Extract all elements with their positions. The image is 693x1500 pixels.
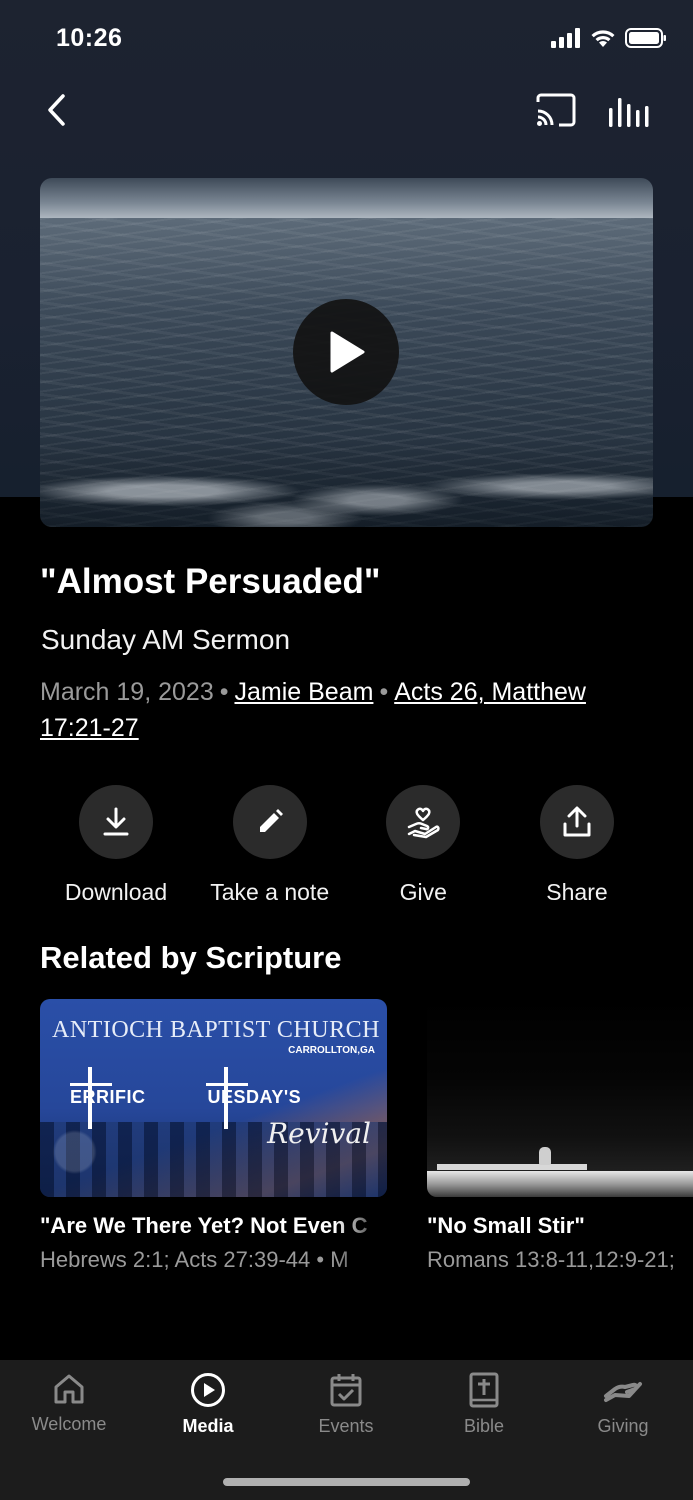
- thumbnail-headline: ERRIFIC UESDAY'S: [70, 1087, 302, 1107]
- thumbnail-revival: Revival: [267, 1117, 371, 1150]
- bible-icon: [469, 1372, 499, 1408]
- thumbnail-church-name: ANTIOCH BAPTIST CHURCH: [52, 1017, 380, 1043]
- chevron-left-icon: [48, 94, 65, 126]
- give-button[interactable]: Give: [347, 785, 499, 906]
- cast-button[interactable]: [534, 92, 578, 130]
- tab-bible[interactable]: Bible: [424, 1372, 544, 1437]
- media-meta: March 19, 2023 • Jamie Beam • Acts 26, Matth…: [40, 678, 586, 742]
- take-note-circle[interactable]: [232, 785, 307, 859]
- related-card-meta: Romans 13:8-11,12:9-21;: [427, 1247, 675, 1272]
- take-note-label: Take a note: [210, 879, 330, 905]
- pencil-icon: [259, 809, 283, 832]
- give-heart-hand-icon: [408, 807, 440, 839]
- cross-icon: [206, 1083, 248, 1086]
- media-title: "Almost Persuaded": [40, 562, 381, 601]
- cellular-signal-icon: [551, 28, 580, 48]
- thumbnail-person: [539, 1147, 551, 1165]
- giving-hand-icon: [604, 1382, 642, 1402]
- related-card-meta: Hebrews 2:1; Acts 27:39-44 • M: [40, 1247, 349, 1272]
- related-thumbnail[interactable]: ANTIOCH BAPTIST CHURCH CARROLLTON,GA ERR…: [40, 999, 387, 1197]
- audio-bars-icon: [609, 98, 649, 127]
- home-indicator[interactable]: [223, 1478, 470, 1486]
- tab-giving[interactable]: Giving: [563, 1372, 683, 1437]
- play-icon: [330, 331, 365, 373]
- tab-label: Events: [318, 1416, 374, 1436]
- thumbnail-location: CARROLLTON,GA: [288, 1045, 375, 1056]
- share-label: Share: [546, 879, 608, 905]
- thumbnail-bench: [437, 1164, 587, 1170]
- action-row: Download Take a note Give Share: [40, 785, 653, 906]
- related-thumbnail[interactable]: [427, 999, 693, 1197]
- media-subtitle: Sunday AM Sermon: [41, 624, 291, 655]
- tab-label: Media: [182, 1416, 234, 1436]
- download-circle[interactable]: [79, 785, 153, 859]
- share-circle[interactable]: [539, 785, 614, 859]
- related-carousel[interactable]: ANTIOCH BAPTIST CHURCH CARROLLTON,GA ERR…: [40, 999, 693, 1299]
- related-card-title: "Are We There Yet? Not Even C: [40, 1213, 368, 1238]
- share-button[interactable]: Share: [501, 785, 653, 906]
- status-time: 10:26: [56, 24, 123, 52]
- wifi-icon: [591, 30, 615, 47]
- download-label: Download: [64, 879, 168, 905]
- share-icon: [563, 806, 591, 837]
- related-card[interactable]: ANTIOCH BAPTIST CHURCH CARROLLTON,GA ERR…: [40, 999, 387, 1273]
- thumbnail-floor: [427, 1171, 693, 1197]
- back-button[interactable]: [36, 88, 76, 132]
- tab-label: Giving: [597, 1416, 649, 1436]
- cross-icon: [70, 1083, 112, 1086]
- related-card-title: "No Small Stir": [427, 1213, 585, 1238]
- tab-welcome[interactable]: Welcome: [9, 1372, 129, 1435]
- related-card[interactable]: "No Small Stir" Romans 13:8-11,12:9-21;: [427, 999, 693, 1273]
- take-note-button[interactable]: Take a note: [194, 785, 346, 906]
- download-button[interactable]: Download: [40, 785, 192, 906]
- calendar-check-icon: [330, 1374, 362, 1407]
- related-section-title: Related by Scripture: [40, 940, 342, 975]
- hero-foam: [40, 437, 653, 527]
- tab-media[interactable]: Media: [148, 1372, 268, 1437]
- audio-button[interactable]: [606, 92, 652, 130]
- home-icon: [54, 1374, 84, 1404]
- download-icon: [103, 807, 129, 836]
- give-circle[interactable]: [386, 785, 461, 859]
- tab-label: Bible: [463, 1416, 505, 1436]
- tab-events[interactable]: Events: [286, 1372, 406, 1437]
- cast-icon: [536, 93, 576, 127]
- tab-label: Welcome: [31, 1414, 107, 1434]
- video-player[interactable]: [40, 178, 653, 527]
- play-circle-icon: [191, 1373, 225, 1407]
- play-button[interactable]: [293, 299, 399, 405]
- battery-icon: [625, 28, 666, 48]
- media-date: March 19, 2023: [40, 678, 214, 706]
- status-icons: [551, 28, 667, 48]
- give-label: Give: [399, 879, 447, 905]
- speaker-link[interactable]: Jamie Beam: [234, 678, 373, 706]
